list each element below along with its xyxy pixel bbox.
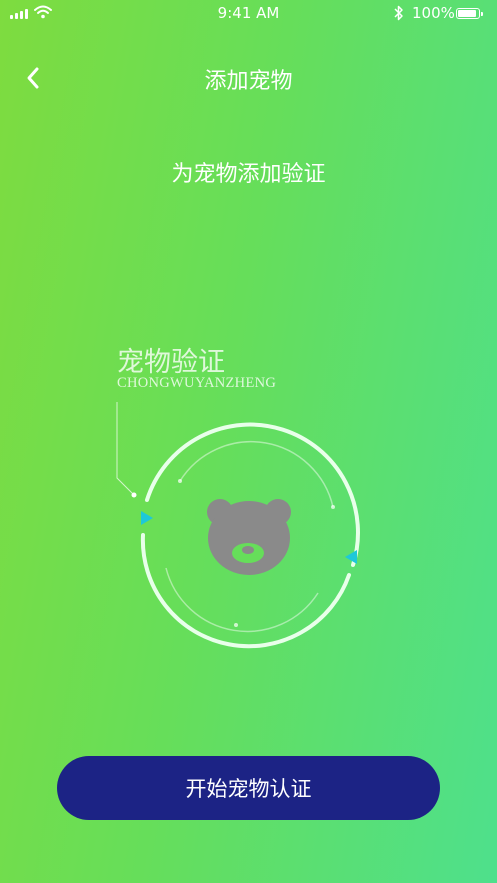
bluetooth-icon <box>394 5 403 21</box>
arrow-left-icon <box>141 511 153 525</box>
battery-fill <box>458 10 476 17</box>
verify-ring <box>116 402 361 649</box>
outer-arc-top <box>145 422 361 567</box>
inner-arc-bottom <box>165 567 319 633</box>
inner-arc-dot <box>234 623 238 627</box>
inner-arc-dot <box>178 479 182 483</box>
outer-arc-bottom <box>140 533 351 649</box>
battery-percent: 100% <box>412 4 455 22</box>
start-verification-button[interactable]: 开始宠物认证 <box>57 756 440 820</box>
bear-face-icon <box>207 499 291 575</box>
inner-arc-top <box>179 440 334 508</box>
leader-dot <box>131 492 137 498</box>
status-bar: 9:41 AM 100% <box>0 0 497 26</box>
bear-nose <box>242 546 254 554</box>
subtitle: 为宠物添加验证 <box>171 162 326 187</box>
verify-title-cn: 宠物验证 <box>117 347 225 378</box>
leader-line <box>116 402 134 495</box>
battery-icon <box>456 8 483 19</box>
inner-arc-dot <box>331 505 335 509</box>
verify-title-en: CHONGWUYANZHENG <box>117 375 277 391</box>
bear-snout <box>232 543 264 563</box>
page-title: 添加宠物 <box>204 69 293 94</box>
arrow-right-icon <box>345 550 357 564</box>
